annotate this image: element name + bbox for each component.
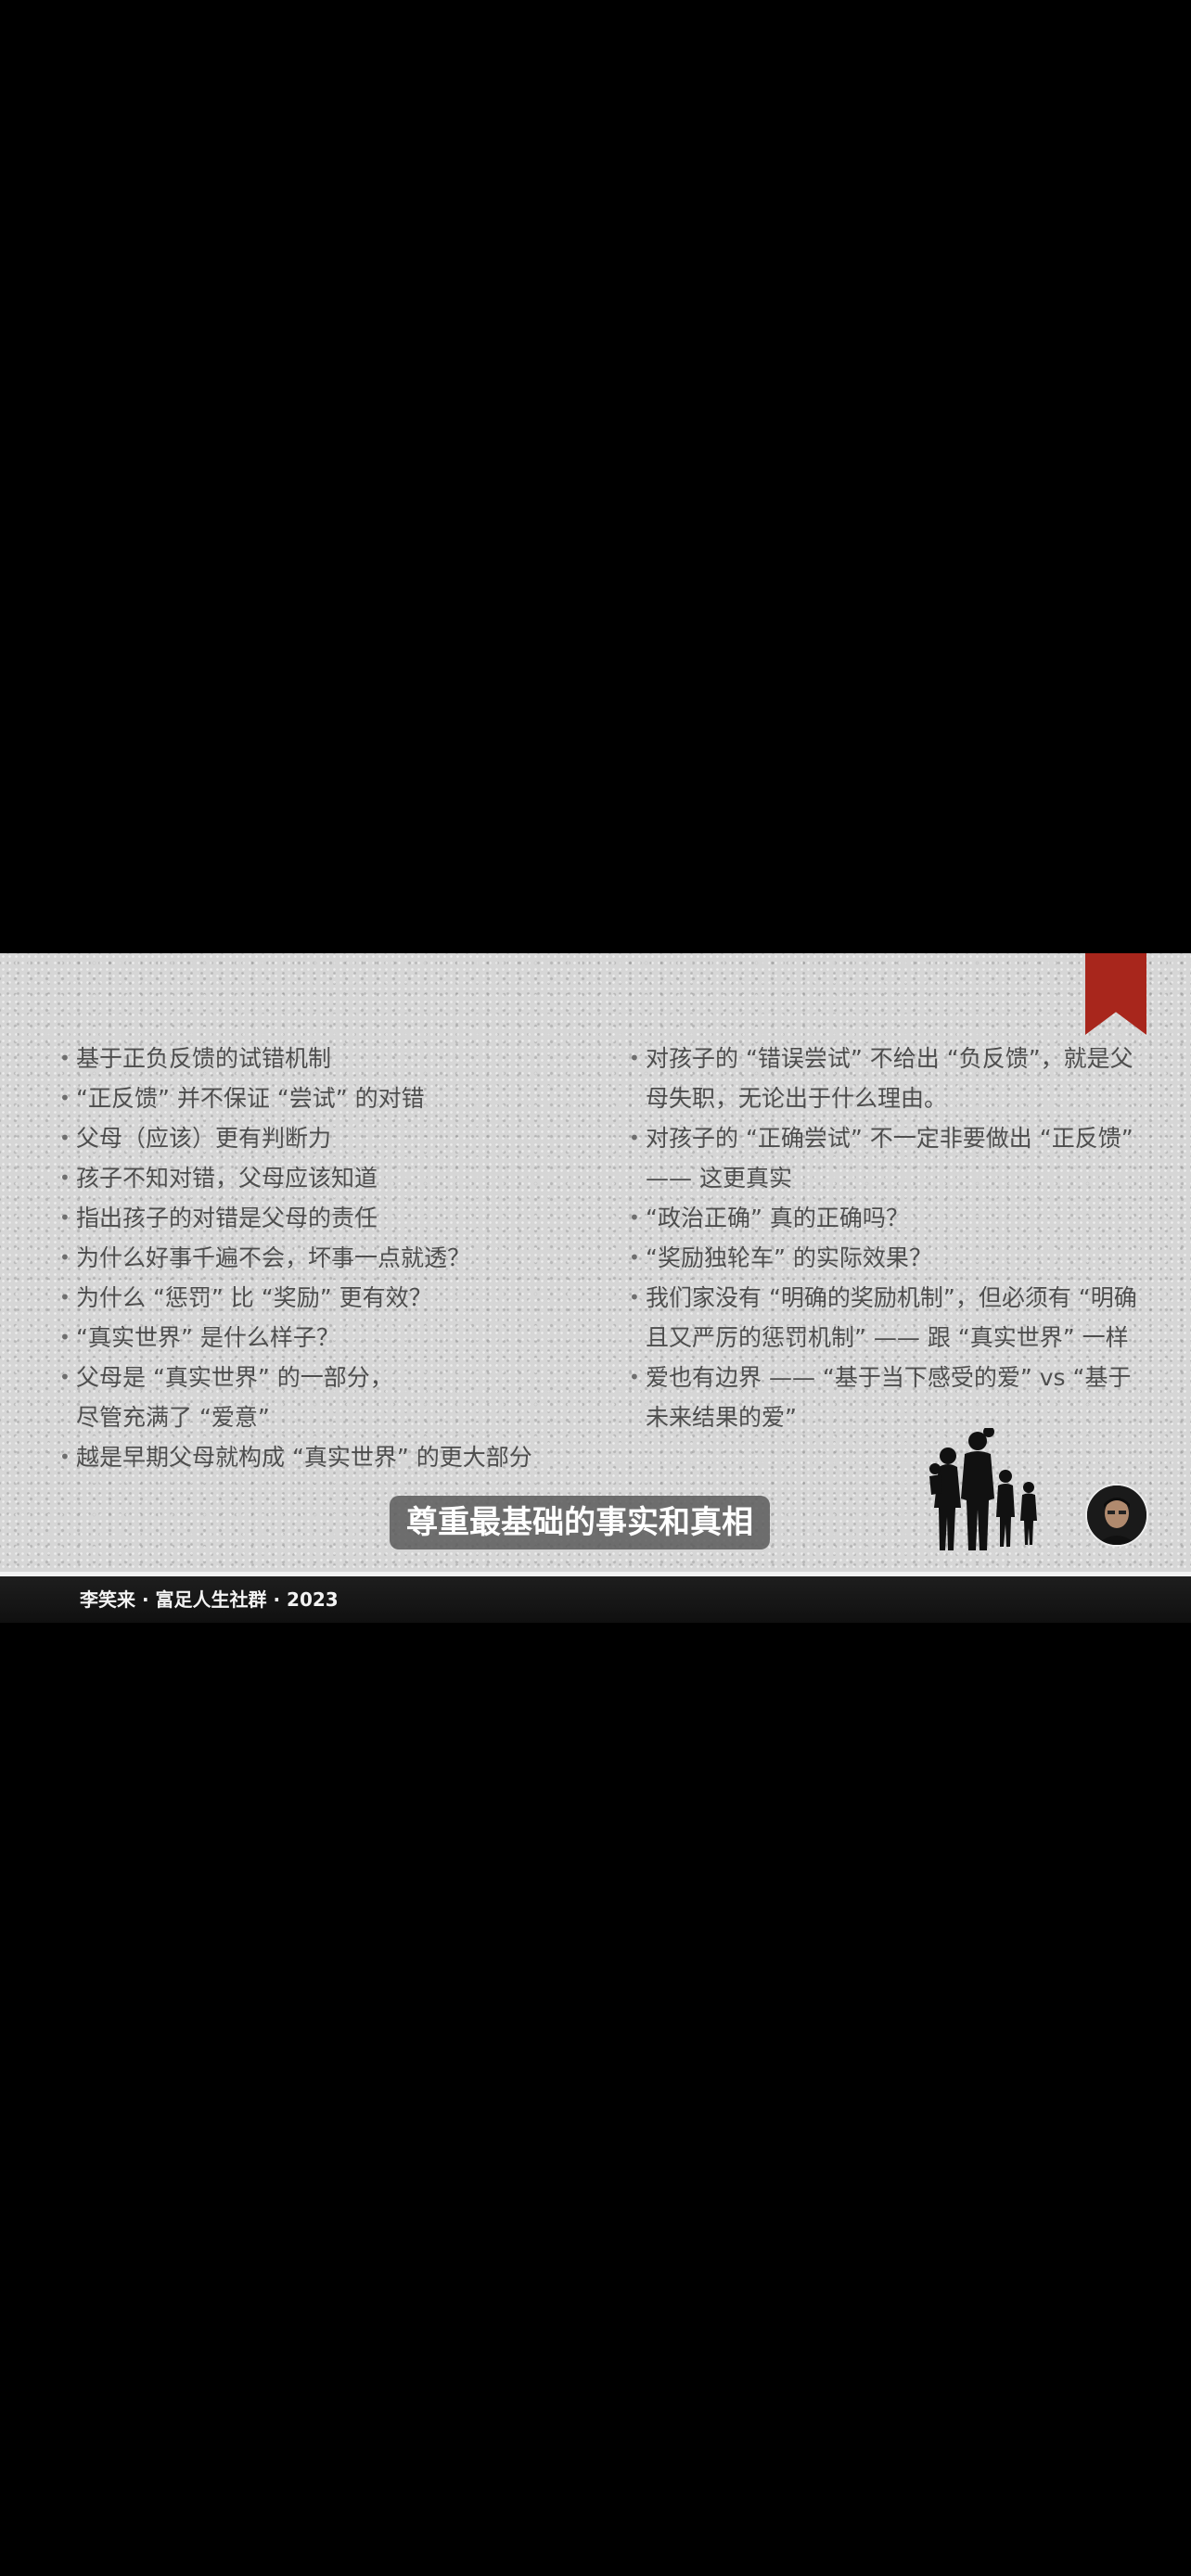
bullet-text-line: 对孩子的 “正确尝试” 不一定非要做出 “正反馈” — [646, 1125, 1133, 1152]
bullet-text-line: 父母（应该）更有判断力 — [76, 1125, 332, 1152]
presenter-avatar-icon — [1085, 1484, 1148, 1547]
bullet-text-line: 为什么好事千遍不会，坏事一点就透？ — [76, 1244, 471, 1271]
footer-bar: 李笑来 · 富足人生社群 · 2023 — [0, 1576, 1191, 1623]
bullet-text-line: 父母是 “真实世界” 的一部分， — [76, 1364, 393, 1391]
right-bullet-item: 爱也有边界 —— “基于当下感受的爱” vs “基于未来结果的爱” — [629, 1358, 1148, 1437]
bullet-text-line: 尽管充满了 “爱意” — [76, 1404, 270, 1431]
footer-credit: 李笑来 · 富足人生社群 · 2023 — [80, 1588, 339, 1611]
left-bullet-item: 指出孩子的对错是父母的责任 — [59, 1198, 579, 1238]
left-bullet-item: “真实世界” 是什么样子？ — [59, 1318, 579, 1358]
bullet-text-line: 指出孩子的对错是父母的责任 — [76, 1205, 378, 1231]
left-bullet-item: “正反馈” 并不保证 “尝试” 的对错 — [59, 1078, 579, 1118]
bullet-text-line: 越是早期父母就构成 “真实世界” 的更大部分 — [76, 1444, 532, 1471]
bullet-text-line: 未来结果的爱” — [646, 1404, 797, 1431]
bullet-text-line: “真实世界” 是什么样子？ — [76, 1324, 339, 1351]
bullet-text-line: 且又严厉的惩罚机制” —— 跟 “真实世界” 一样 — [646, 1324, 1129, 1351]
right-bullet-item: 我们家没有 “明确的奖励机制”，但必须有 “明确且又严厉的惩罚机制” —— 跟 … — [629, 1278, 1148, 1358]
bullet-text-line: 我们家没有 “明确的奖励机制”，但必须有 “明确 — [646, 1284, 1137, 1311]
bullet-text-line: 对孩子的 “错误尝试” 不给出 “负反馈”，就是父 — [646, 1045, 1133, 1072]
bullet-text-line: —— 这更真实 — [646, 1165, 792, 1192]
bullet-text-line: “正反馈” 并不保证 “尝试” 的对错 — [76, 1085, 425, 1112]
bullet-text-line: 基于正负反馈的试错机制 — [76, 1045, 332, 1072]
bullet-text-line: 母失职，无论出于什么理由。 — [646, 1085, 948, 1112]
right-bullet-list: 对孩子的 “错误尝试” 不给出 “负反馈”，就是父母失职，无论出于什么理由。对孩… — [629, 1039, 1148, 1437]
left-bullet-item: 基于正负反馈的试错机制 — [59, 1039, 579, 1078]
right-bullet-item: “政治正确” 真的正确吗？ — [629, 1198, 1148, 1238]
presentation-slide: 基于正负反馈的试错机制 “正反馈” 并不保证 “尝试” 的对错父母（应该）更有判断… — [0, 953, 1191, 1572]
left-bullet-item: 孩子不知对错，父母应该知道 — [59, 1158, 579, 1198]
left-bullet-item: 父母是 “真实世界” 的一部分， 尽管充满了 “爱意” — [59, 1358, 579, 1437]
left-bullet-item: 父母（应该）更有判断力 — [59, 1118, 579, 1158]
left-bullet-item: 为什么 “惩罚” 比 “奖励” 更有效？ — [59, 1278, 579, 1318]
bookmark-ribbon-icon — [1085, 953, 1146, 1035]
bullet-text-line: 为什么 “惩罚” 比 “奖励” 更有效？ — [76, 1284, 432, 1311]
family-silhouette-icon — [929, 1428, 1037, 1550]
right-bullet-item: “奖励独轮车” 的实际效果？ — [629, 1238, 1148, 1278]
right-bullet-item: 对孩子的 “正确尝试” 不一定非要做出 “正反馈” —— 这更真实 — [629, 1118, 1148, 1198]
bullet-text-line: 孩子不知对错，父母应该知道 — [76, 1165, 378, 1192]
left-bullet-item: 为什么好事千遍不会，坏事一点就透？ — [59, 1238, 579, 1278]
left-bullet-item: 越是早期父母就构成 “真实世界” 的更大部分 — [59, 1437, 579, 1477]
bullet-text-line: 爱也有边界 —— “基于当下感受的爱” vs “基于 — [646, 1364, 1132, 1391]
bullet-text-line: “奖励独轮车” 的实际效果？ — [646, 1244, 932, 1271]
right-bullet-item: 对孩子的 “错误尝试” 不给出 “负反馈”，就是父母失职，无论出于什么理由。 — [629, 1039, 1148, 1118]
subtitle-caption: 尊重最基础的事实和真相 — [390, 1496, 770, 1549]
left-bullet-list: 基于正负反馈的试错机制 “正反馈” 并不保证 “尝试” 的对错父母（应该）更有判断… — [59, 1039, 579, 1477]
bullet-text-line: “政治正确” 真的正确吗？ — [646, 1205, 909, 1231]
